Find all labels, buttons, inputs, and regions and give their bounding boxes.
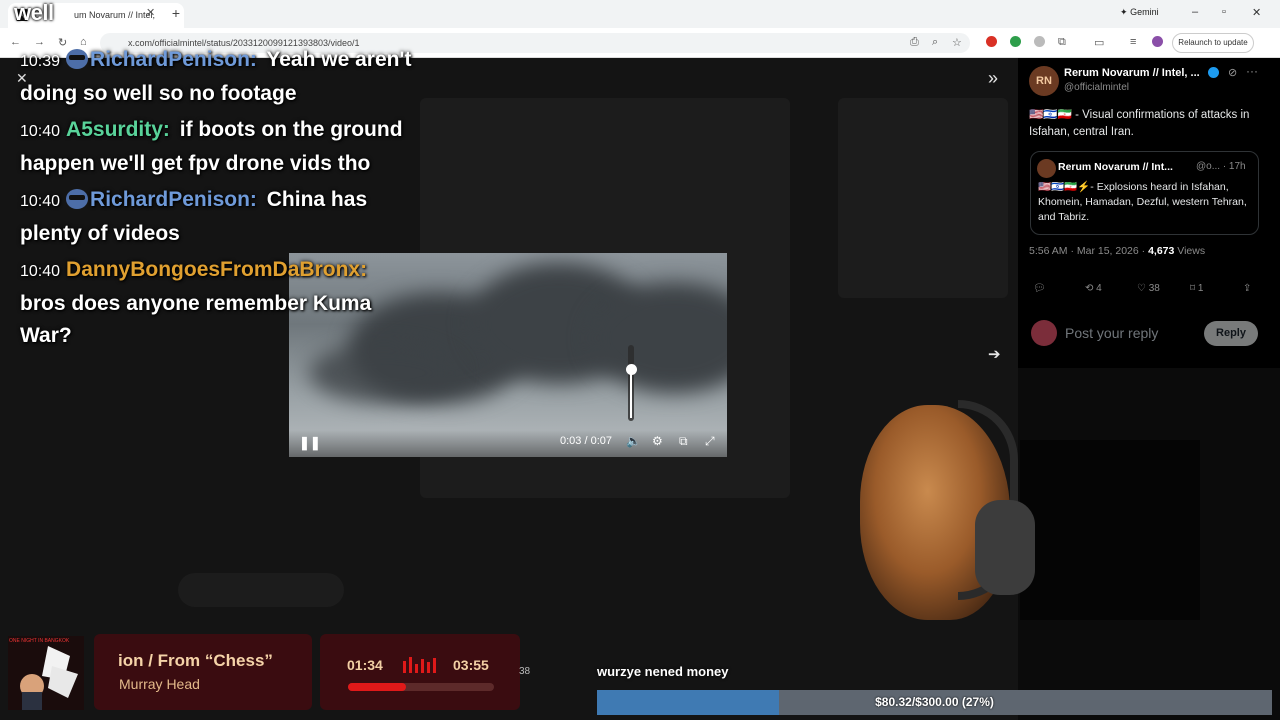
collapse-panel-icon[interactable]: » — [988, 68, 998, 89]
chat-message: 10:40 RichardPenison: China has plenty of… — [20, 184, 420, 250]
chat-time: 10:39 — [20, 53, 61, 70]
chat-username: RichardPenison: — [90, 188, 257, 211]
retweet-icon: ⟲ — [1085, 283, 1094, 294]
more-options-icon[interactable]: ··· — [1246, 64, 1258, 78]
share-icon[interactable]: ⇪ — [1243, 283, 1251, 294]
webcam-shirt — [1020, 440, 1200, 620]
chat-message: 10:40 DannyBongoesFromDaBronx: bros does … — [20, 254, 420, 352]
stream-overlay-word: well — [14, 0, 54, 25]
quote-author: Rerum Novarum // Int... — [1058, 161, 1173, 173]
elapsed-time: 01:34 — [347, 657, 383, 673]
like-count: 38 — [1148, 283, 1160, 294]
extension-adblock-icon[interactable] — [986, 36, 997, 47]
stream-chat: 10:39 RichardPenison: Yeah we aren't doin… — [20, 44, 420, 356]
bookmark-icon: ⌑ — [1190, 283, 1196, 294]
song-artist: Murray Head — [119, 676, 200, 692]
bookmark-count: 1 — [1197, 283, 1204, 294]
sparkle-icon: ✦ — [1120, 7, 1128, 17]
sunglasses-emote-icon — [66, 189, 89, 209]
song-title: ion / From “Chess” — [118, 651, 273, 670]
chat-username: RichardPenison: — [90, 48, 257, 71]
views-count: 4,673 — [1148, 245, 1175, 257]
volume-slider-fill — [630, 370, 632, 418]
extension-gray-icon[interactable] — [1034, 36, 1045, 47]
reply-button[interactable]: Reply — [1204, 321, 1258, 346]
donation-goal-text: $80.32/$300.00 (27%) — [875, 695, 994, 709]
bookmark-button[interactable]: ⌑ 1 — [1190, 283, 1203, 294]
profile-avatar-icon[interactable] — [1152, 36, 1163, 47]
window-close-icon[interactable]: ✕ — [1252, 6, 1261, 19]
equalizer-icon — [403, 657, 439, 673]
headset-earcup — [975, 500, 1035, 595]
chat-message: 10:40 A5surdity: if boots on the ground h… — [20, 114, 420, 180]
chat-message: 10:39 RichardPenison: Yeah we aren't doin… — [20, 44, 420, 110]
settings-gear-icon[interactable]: ⚙ — [652, 434, 663, 448]
chat-text: bros does anyone remember Kuma War? — [20, 292, 372, 347]
tweet-meta: 5:56 AM · Mar 15, 2026 · 4,673 Views — [1029, 245, 1205, 257]
heart-icon: ♡ — [1137, 283, 1146, 294]
extension-green-icon[interactable] — [1010, 36, 1021, 47]
minimize-icon[interactable]: – — [1192, 6, 1198, 18]
picture-in-picture-icon[interactable]: ⧉ — [679, 434, 688, 449]
side-count: 38 — [519, 666, 531, 677]
now-playing-panel — [94, 634, 312, 710]
retweet-count: 4 — [1096, 283, 1102, 294]
fullscreen-icon[interactable]: ⤢ — [705, 434, 715, 449]
maximize-icon[interactable]: ▫ — [1222, 6, 1226, 18]
tweet-timestamp: 5:56 AM · Mar 15, 2026 · — [1029, 245, 1149, 257]
gemini-button[interactable]: ✦ Gemini — [1120, 7, 1159, 18]
chat-time: 10:40 — [20, 123, 61, 140]
downloads-icon[interactable]: ≡ — [1130, 36, 1136, 48]
reply-icon[interactable]: 💬︎ — [1033, 283, 1046, 294]
volume-icon[interactable]: 🔈 — [626, 434, 641, 448]
relaunch-button[interactable]: Relaunch to update — [1172, 33, 1254, 53]
pause-icon[interactable]: ❚❚ — [299, 435, 321, 451]
zoom-icon[interactable]: ⌕ — [932, 36, 938, 49]
sunglasses-emote-icon — [66, 49, 89, 69]
install-icon[interactable]: ⎙ — [910, 36, 919, 49]
alert-text: wurzye nened money — [597, 664, 729, 679]
new-tab-icon[interactable]: + — [168, 5, 184, 21]
volume-slider-knob[interactable] — [626, 364, 637, 375]
quote-meta: @o... · 17h — [1196, 161, 1246, 172]
views-label: Views — [1174, 245, 1206, 257]
tab-title: um Novarum // Intel, — [74, 10, 156, 20]
author-name[interactable]: Rerum Novarum // Intel, ... — [1064, 67, 1200, 79]
album-art-image — [8, 636, 84, 710]
album-caption: ONE NIGHT IN BANGKOK — [9, 638, 70, 644]
tweet-text: 🇺🇸🇮🇱🇮🇷 - Visual confirmations of attacks… — [1029, 109, 1250, 138]
retweet-button[interactable]: ⟲ 4 — [1085, 283, 1102, 294]
tab-strip — [0, 0, 1280, 28]
gemini-label: Gemini — [1130, 7, 1159, 17]
verified-badge-icon — [1208, 67, 1219, 78]
reply-input[interactable]: Post your reply — [1065, 325, 1158, 341]
video-time: 0:03 / 0:07 — [560, 435, 612, 447]
quote-text: 🇺🇸🇮🇱🇮🇷⚡- Explosions heard in Isfahan, Kh… — [1038, 181, 1247, 223]
total-time: 03:55 — [453, 657, 489, 673]
chat-time: 10:40 — [20, 263, 61, 280]
song-progress-fill — [348, 683, 406, 691]
album-art — [8, 636, 84, 710]
quote-avatar — [1037, 159, 1056, 178]
user-avatar — [1031, 320, 1057, 346]
grok-icon[interactable]: ⊘ — [1228, 66, 1237, 79]
author-avatar[interactable]: RN — [1029, 66, 1059, 96]
like-button[interactable]: ♡ 38 — [1137, 283, 1160, 294]
chat-username: A5surdity: — [66, 118, 170, 141]
chat-time: 10:40 — [20, 193, 61, 210]
bookmark-star-icon[interactable]: ☆ — [952, 36, 962, 49]
ghost-post-button — [178, 573, 344, 607]
chat-username: DannyBongoesFromDaBronx: — [66, 258, 368, 281]
sidepanel-icon[interactable]: ▭ — [1094, 36, 1104, 49]
next-media-icon[interactable]: ➔ — [988, 345, 1001, 363]
author-handle[interactable]: @officialmintel — [1064, 82, 1129, 93]
ghost-sidebar — [838, 98, 1008, 298]
tab-close-icon[interactable]: ✕ — [146, 6, 155, 19]
extensions-puzzle-icon[interactable]: ⧉ — [1058, 36, 1066, 49]
